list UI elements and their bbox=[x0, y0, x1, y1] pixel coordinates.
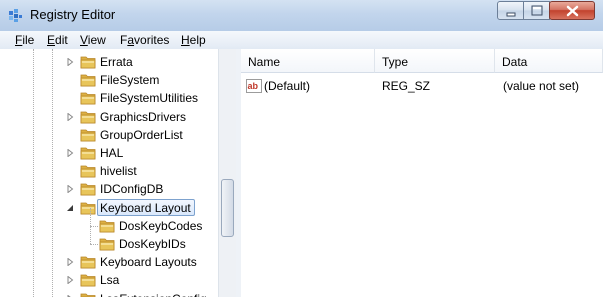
tree-item-label: FileSystem bbox=[100, 73, 160, 87]
tree-item-label: FileSystemUtilities bbox=[100, 91, 199, 105]
tree-key-item[interactable]: FileSystem bbox=[0, 71, 218, 89]
folder-icon bbox=[99, 238, 115, 251]
tree-item-label: GroupOrderList bbox=[100, 128, 183, 142]
key-tree-pane[interactable]: Errata FileSystem FileSystemUtilities Graph… bbox=[0, 49, 237, 297]
tree-vertical-scrollbar[interactable] bbox=[218, 49, 236, 297]
folder-icon bbox=[80, 56, 96, 69]
folder-icon bbox=[80, 183, 96, 196]
tree-key-item[interactable]: GraphicsDrivers bbox=[0, 108, 218, 126]
folder-icon bbox=[99, 220, 115, 233]
folder-icon bbox=[80, 293, 96, 297]
close-icon bbox=[566, 5, 579, 17]
column-header-name[interactable]: Name bbox=[241, 49, 375, 73]
tree-branch-line bbox=[90, 208, 91, 226]
tree-key-item[interactable]: Keyboard Layout bbox=[0, 199, 218, 217]
menu-view[interactable]: View bbox=[80, 33, 106, 47]
registry-editor-app-icon bbox=[9, 9, 22, 22]
tree-scrollbar-thumb[interactable] bbox=[221, 179, 234, 237]
column-header-name-label: Name bbox=[248, 55, 281, 69]
folder-icon bbox=[80, 74, 96, 87]
tree-item-label: hivelist bbox=[100, 164, 137, 178]
tree-key-item[interactable]: HAL bbox=[0, 144, 218, 162]
menu-file[interactable]: File bbox=[15, 33, 34, 47]
close-button[interactable] bbox=[549, 1, 595, 20]
folder-icon bbox=[80, 92, 96, 105]
minimize-icon bbox=[506, 12, 516, 17]
tree-key-item[interactable]: Keyboard Layouts bbox=[0, 253, 218, 271]
value-data: (value not set) bbox=[503, 79, 580, 93]
tree-key-item[interactable]: GroupOrderList bbox=[0, 126, 218, 144]
svg-text:ab: ab bbox=[248, 81, 259, 91]
tree-item-label: LsaExtensionConfig bbox=[100, 292, 207, 297]
collapsed-triangle-icon[interactable] bbox=[66, 276, 74, 284]
tree-subkey-item[interactable]: DosKeybCodes bbox=[0, 208, 218, 235]
minimize-button[interactable] bbox=[497, 1, 524, 20]
folder-icon bbox=[80, 111, 96, 124]
window-title: Registry Editor bbox=[30, 7, 116, 22]
collapsed-triangle-icon[interactable] bbox=[66, 258, 74, 266]
collapsed-triangle-icon[interactable] bbox=[66, 113, 74, 121]
tree-item-label: Errata bbox=[100, 55, 133, 69]
collapsed-triangle-icon[interactable] bbox=[66, 185, 74, 193]
folder-icon bbox=[80, 147, 96, 160]
collapsed-triangle-icon[interactable] bbox=[66, 149, 74, 157]
column-header-type[interactable]: Type bbox=[375, 49, 495, 73]
folder-icon bbox=[80, 129, 96, 142]
expanded-triangle-icon[interactable] bbox=[66, 204, 74, 212]
tree-item-label: HAL bbox=[100, 146, 124, 160]
column-header-data-label: Data bbox=[502, 55, 528, 69]
folder-icon bbox=[80, 274, 96, 287]
title-bar[interactable]: Registry Editor bbox=[0, 0, 603, 31]
values-list-pane[interactable]: Name Type Data ab (Default) REG_SZ (valu… bbox=[241, 49, 603, 297]
tree-key-item[interactable]: Errata bbox=[0, 53, 218, 71]
column-header-type-label: Type bbox=[382, 55, 409, 69]
tree-subkey-item[interactable]: DosKeybIDs bbox=[0, 226, 218, 253]
tree-key-item[interactable]: LsaExtensionConfig bbox=[0, 290, 218, 297]
tree-item-label: GraphicsDrivers bbox=[100, 110, 187, 124]
tree-key-item[interactable]: FileSystemUtilities bbox=[0, 89, 218, 107]
maximize-icon bbox=[531, 5, 543, 16]
tree-key-item[interactable]: IDConfigDB bbox=[0, 180, 218, 198]
tree-item-label: Keyboard Layout bbox=[100, 201, 191, 215]
tree-key-item[interactable]: Lsa bbox=[0, 271, 218, 289]
folder-icon bbox=[80, 165, 96, 178]
tree-key-item[interactable]: hivelist bbox=[0, 162, 218, 180]
value-type: REG_SZ bbox=[382, 79, 431, 93]
menu-edit[interactable]: Edit bbox=[47, 33, 68, 47]
string-value-icon: ab bbox=[246, 79, 262, 93]
tree-branch-line bbox=[90, 244, 98, 245]
maximize-button[interactable] bbox=[523, 1, 550, 20]
registry-editor-window: Registry Editor File Edit View Favorites… bbox=[0, 0, 603, 297]
column-header-data[interactable]: Data bbox=[495, 49, 603, 73]
folder-icon bbox=[80, 202, 96, 215]
collapsed-triangle-icon[interactable] bbox=[66, 58, 74, 66]
tree-item-label: DosKeybCodes bbox=[119, 219, 203, 233]
tree-branch-line bbox=[90, 226, 91, 244]
tree-item-label: IDConfigDB bbox=[100, 182, 164, 196]
menu-help[interactable]: Help bbox=[181, 33, 206, 47]
tree-item-label: Keyboard Layouts bbox=[100, 255, 197, 269]
menu-bar: File Edit View Favorites Help bbox=[0, 31, 603, 50]
value-name: (Default) bbox=[264, 79, 311, 93]
tree-item-label: Lsa bbox=[100, 273, 120, 287]
tree-branch-line bbox=[90, 226, 98, 227]
menu-favorites[interactable]: Favorites bbox=[120, 33, 169, 47]
tree-item-label: DosKeybIDs bbox=[119, 237, 186, 251]
folder-icon bbox=[80, 256, 96, 269]
